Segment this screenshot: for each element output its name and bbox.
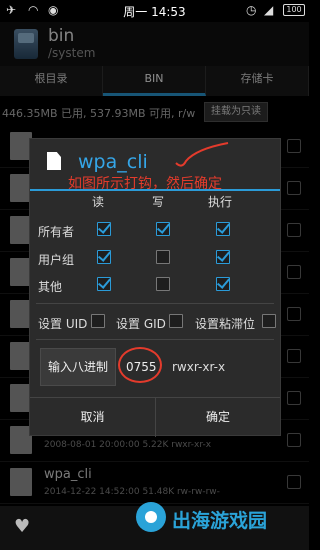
heart-icon[interactable]: ♥: [14, 516, 30, 537]
group-read-checkbox[interactable]: [97, 250, 111, 264]
owner-exec-checkbox[interactable]: [216, 222, 230, 236]
watermark-text: 出海游戏园: [172, 510, 268, 532]
battery-icon: 100: [283, 4, 305, 16]
other-exec-checkbox[interactable]: [216, 277, 230, 291]
dialog-title: wpa_cli: [78, 151, 148, 173]
row-label-group: 用户组: [38, 253, 75, 267]
other-write-checkbox[interactable]: [156, 277, 170, 291]
owner-write-checkbox[interactable]: [156, 222, 170, 236]
set-uid-label: 设置 UID: [38, 317, 88, 331]
dialog-header: wpa_cli 如图所示打钩，然后确定: [30, 139, 280, 192]
enter-octal-button[interactable]: 输入八进制: [40, 348, 116, 386]
col-exec: 执行: [208, 195, 233, 209]
owner-read-checkbox[interactable]: [97, 222, 111, 236]
divider: [36, 303, 274, 304]
annotation-circle: [118, 347, 162, 383]
set-uid-checkbox[interactable]: [91, 314, 105, 328]
set-gid-checkbox[interactable]: [169, 314, 183, 328]
clock: 周一 14:53: [123, 5, 186, 19]
title-divider: [30, 189, 280, 191]
col-write: 写: [152, 195, 165, 209]
sticky-bit-checkbox[interactable]: [262, 314, 276, 328]
col-read: 读: [92, 195, 105, 209]
status-bar: ✈ ◠ ◉ 周一 14:53 ◷ ◢ 100: [0, 0, 309, 22]
alarm-icon: ◷: [246, 3, 257, 17]
group-write-checkbox[interactable]: [156, 250, 170, 264]
permissions-dialog: wpa_cli 如图所示打钩，然后确定 读 写 执行 所有者 用户组 其他 设置…: [29, 138, 281, 437]
cancel-button[interactable]: 取消: [30, 398, 155, 437]
row-label-other: 其他: [38, 280, 63, 294]
other-read-checkbox[interactable]: [97, 277, 111, 291]
dialog-button-bar: 取消 确定: [30, 397, 280, 437]
annotation-scribble: [175, 142, 229, 167]
divider: [36, 339, 274, 340]
file-icon: [47, 152, 61, 170]
permission-string: rwxr-xr-x: [172, 360, 226, 374]
set-gid-label: 设置 GID: [116, 317, 166, 331]
ok-button[interactable]: 确定: [155, 398, 280, 437]
sticky-bit-label: 设置粘滞位: [195, 317, 256, 331]
group-exec-checkbox[interactable]: [216, 250, 230, 264]
watermark-logo-icon: [136, 502, 166, 532]
signal-icon: ◢: [264, 3, 274, 17]
row-label-owner: 所有者: [38, 225, 75, 239]
